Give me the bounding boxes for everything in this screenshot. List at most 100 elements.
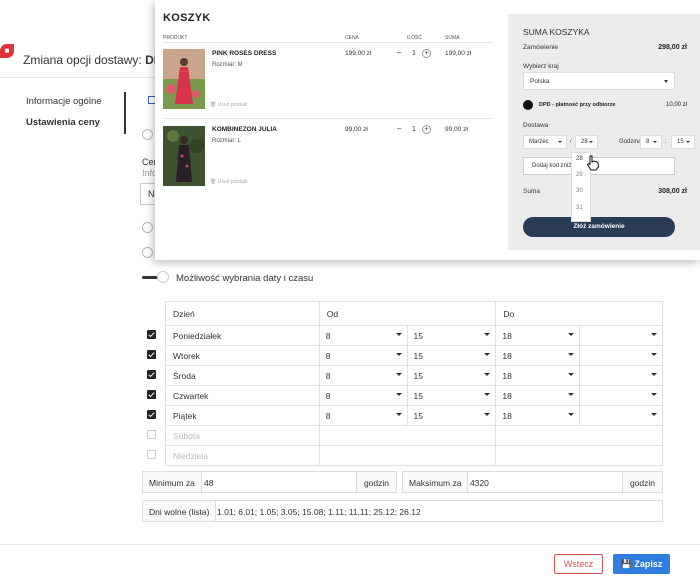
maximum-unit: godzin (621, 472, 662, 492)
day-option[interactable]: 30 (576, 188, 583, 194)
hand-cursor-icon (586, 155, 600, 171)
day-checkbox-saturday[interactable] (147, 430, 156, 439)
caret-down-icon (395, 393, 402, 396)
place-order-button[interactable]: Złóż zamówienie (523, 217, 675, 237)
maximum-hours-field[interactable]: Maksimum za 4320 godzin (402, 471, 663, 493)
to-hour-select[interactable]: 18 (495, 405, 581, 426)
day-checkbox-wednesday[interactable] (147, 370, 156, 379)
option-radio[interactable] (142, 129, 153, 140)
day-checkbox-monday[interactable] (147, 330, 156, 339)
table-row: Poniedziałek 8 15 18 (165, 325, 663, 346)
minute-value: 15 (677, 139, 684, 145)
hour-select[interactable]: 8 (640, 135, 662, 149)
column-header-to: Do (495, 301, 663, 326)
select-value: 15 (413, 390, 423, 401)
time-separator: : (665, 139, 667, 145)
day-checkbox-friday[interactable] (147, 410, 156, 419)
to-minute-select[interactable] (579, 325, 663, 346)
caret-down-icon (484, 333, 491, 336)
sidebar-item-price-settings[interactable]: Ustawienia ceny (26, 117, 100, 128)
remove-product-link[interactable]: 🗑 Usuń produkt (210, 102, 248, 108)
from-minute-select[interactable]: 15 (406, 385, 497, 406)
minimum-hours-field[interactable]: Minimum za 48 godzin (142, 471, 397, 493)
minute-select[interactable]: 15 (671, 135, 695, 149)
to-minute-select[interactable] (579, 365, 663, 386)
qty-decrease-button[interactable]: – (397, 48, 401, 57)
from-hour-select[interactable]: 8 (318, 365, 408, 386)
from-hour-select[interactable]: 8 (318, 325, 408, 346)
day-option[interactable]: 28 (576, 156, 583, 162)
month-select[interactable]: Marzec (523, 135, 567, 149)
divider (163, 118, 493, 119)
from-minute-select[interactable]: 15 (406, 405, 497, 426)
date-time-toggle-knob[interactable] (157, 271, 169, 283)
product-size: Rozmiar: L (212, 138, 242, 144)
to-minute-select[interactable] (579, 345, 663, 366)
select-value: 15 (413, 410, 423, 421)
cart-preview: KOSZYK PRODUKT CENA ILOŚĆ SUMA PINK ROSE… (155, 0, 700, 260)
day-select[interactable]: 28 (575, 135, 598, 149)
qty-decrease-button[interactable]: – (397, 124, 401, 133)
qty-increase-button[interactable]: + (422, 125, 431, 134)
sidebar-item-general-info[interactable]: Informacje ogólne (26, 96, 102, 107)
maximum-value[interactable]: 4320 (470, 478, 489, 488)
column-header-quantity: ILOŚĆ (407, 35, 423, 41)
days-off-field[interactable]: Dni wolne (lista) 1.01; 6.01; 1.05; 3.05… (142, 500, 663, 522)
from-hour-select[interactable]: 8 (318, 345, 408, 366)
option-radio[interactable] (142, 222, 153, 233)
qty-increase-button[interactable]: + (422, 49, 431, 58)
back-button[interactable]: Wstecz (554, 554, 603, 574)
hour-label: Godzina (619, 139, 642, 145)
column-header-from: Od (318, 301, 497, 326)
option-radio[interactable] (142, 247, 153, 258)
select-value: 15 (413, 330, 423, 341)
to-hour-select[interactable]: 18 (495, 385, 581, 406)
save-icon: ■ (0, 44, 14, 58)
day-label: Wtorek (165, 345, 320, 366)
caret-down-icon (653, 141, 657, 143)
from-hour-select[interactable]: 8 (318, 405, 408, 426)
caret-down-icon (395, 353, 402, 356)
minimum-value[interactable]: 48 (204, 478, 213, 488)
qty-value: 1 (412, 126, 416, 133)
day-checkbox-sunday[interactable] (147, 450, 156, 459)
to-hour-select[interactable]: 18 (495, 345, 581, 366)
day-option[interactable]: 29 (576, 172, 583, 178)
shipping-radio-selected[interactable] (523, 100, 533, 110)
to-hour-select[interactable]: 18 (495, 365, 581, 386)
product-image-pink-roses-dress[interactable] (163, 49, 205, 109)
date-time-toggle-label: Możliwość wybrania daty i czasu (176, 273, 314, 284)
from-hour-select[interactable]: 8 (318, 385, 408, 406)
remove-product-label: Usuń produkt (217, 102, 248, 108)
product-image-kombinezon-julia[interactable] (163, 126, 205, 186)
day-label: Poniedziałek (165, 325, 320, 346)
delivery-date-label: Dostawa (523, 122, 549, 129)
from-minute-select[interactable]: 15 (406, 325, 497, 346)
remove-product-link[interactable]: 🗑 Usuń produkt (210, 179, 248, 185)
country-select[interactable]: Polska (523, 72, 675, 90)
save-button[interactable]: 💾 Zapisz (613, 554, 670, 574)
product-total: 199,00 zł (445, 50, 472, 57)
from-minute-select[interactable]: 15 (406, 365, 497, 386)
day-checkbox-thursday[interactable] (147, 390, 156, 399)
country-value: Polska (530, 78, 550, 85)
days-off-value[interactable]: 1.01; 6.01; 1.05; 3.05; 15.08; 1.11; 11.… (217, 507, 421, 517)
to-minute-select[interactable] (579, 385, 663, 406)
caret-down-icon (568, 373, 575, 376)
maximum-label: Maksimum za (403, 472, 469, 492)
column-header-price: CENA (345, 35, 359, 41)
select-value: 8 (325, 350, 331, 361)
shipping-option-price: 10,00 zł (665, 102, 687, 108)
modal-title-prefix: Zmiana opcji dostawy: (23, 53, 142, 67)
to-minute-select[interactable] (579, 405, 663, 426)
day-checkbox-tuesday[interactable] (147, 350, 156, 359)
day-label: Niedziela (165, 445, 320, 466)
to-hour-select[interactable]: 18 (495, 325, 581, 346)
day-option[interactable]: 31 (576, 205, 583, 211)
sidebar-active-indicator (124, 92, 126, 134)
remove-product-label: Usuń produkt (217, 179, 248, 185)
caret-down-icon (395, 333, 402, 336)
from-minute-select[interactable]: 15 (406, 345, 497, 366)
day-label: Sobota (165, 425, 320, 446)
caret-down-icon (651, 393, 657, 396)
